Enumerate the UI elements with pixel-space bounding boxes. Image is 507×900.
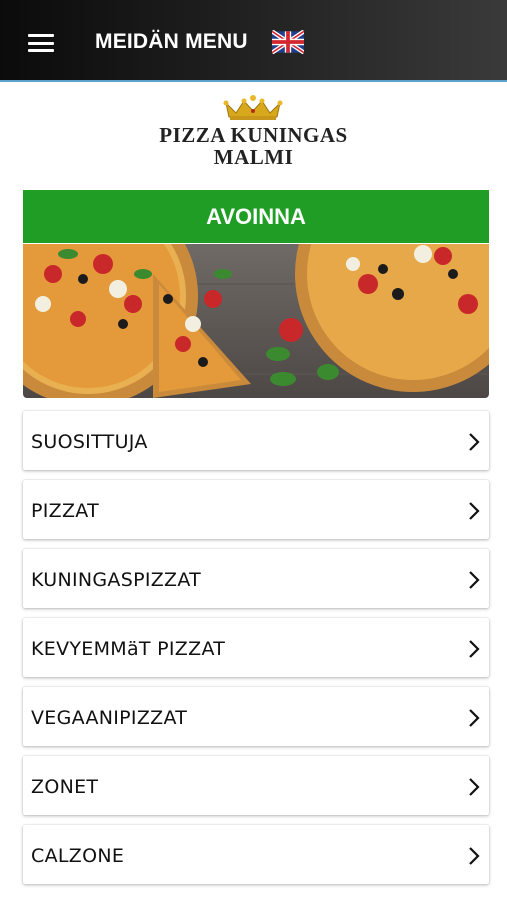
logo-location: MALMI [213,145,294,169]
category-item-vegaanipizzat[interactable]: VEGAANIPIZZAT [23,687,489,746]
crown-icon [223,95,283,120]
category-label: CALZONE [31,845,125,867]
category-label: ZONET [31,776,99,798]
category-item-kevyemmat-pizzat[interactable]: KEVYEMMäT PIZZAT [23,618,489,677]
category-label: SUOSITTUJA [31,431,148,453]
chevron-right-icon [469,847,480,865]
category-item-zonet[interactable]: ZONET [23,756,489,815]
chevron-right-icon [469,571,480,589]
chevron-right-icon [469,709,480,727]
chevron-right-icon [469,502,480,520]
restaurant-logo: PIZZA KUNINGAS MALMI [0,95,507,175]
category-label: PIZZAT [31,500,100,522]
category-label: VEGAANIPIZZAT [31,707,188,729]
hamburger-icon[interactable] [28,34,54,52]
category-label: KEVYEMMäT PIZZAT [31,638,226,660]
top-app-bar: MEIDÄN MENU [0,0,507,82]
category-item-calzone[interactable]: CALZONE [23,825,489,884]
chevron-right-icon [469,640,480,658]
pizza-image [23,244,489,398]
uk-flag-icon[interactable] [272,30,304,54]
category-item-suosittuja[interactable]: SUOSITTUJA [23,411,489,470]
category-label: KUNINGASPIZZAT [31,569,202,591]
page-title: MEIDÄN MENU [95,30,248,53]
open-status-banner: AVOINNA [23,190,489,243]
category-item-kuningaspizzat[interactable]: KUNINGASPIZZAT [23,549,489,608]
chevron-right-icon [469,433,480,451]
category-item-pizzat[interactable]: PIZZAT [23,480,489,539]
chevron-right-icon [469,778,480,796]
